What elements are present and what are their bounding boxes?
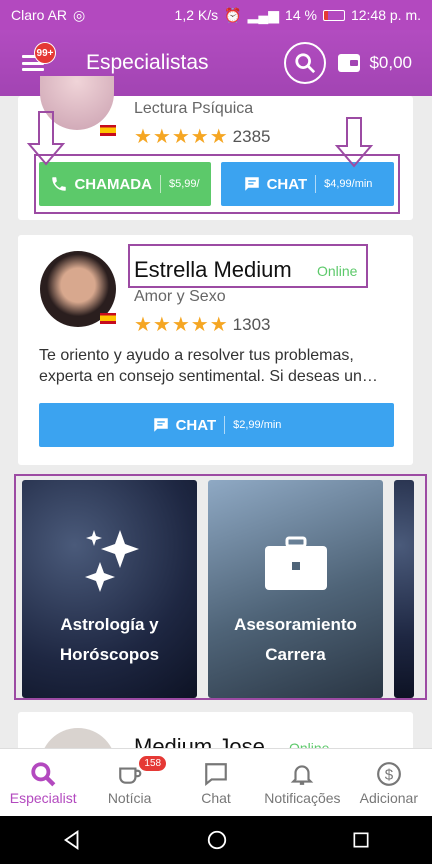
arrow-down-icon bbox=[26, 111, 66, 166]
wallet-balance[interactable]: $0,00 bbox=[369, 53, 412, 73]
nav-label: Adicionar bbox=[359, 790, 419, 806]
name-highlight bbox=[128, 244, 368, 288]
star-rating-icon: ★★★★★ bbox=[134, 314, 229, 336]
carrier-text: Claro AR bbox=[11, 7, 68, 23]
chat-button[interactable]: CHAT $2,99/min bbox=[39, 403, 394, 447]
nav-label: Chat bbox=[201, 790, 231, 806]
rating-count: 1303 bbox=[232, 314, 271, 334]
chat-price: $2,99/min bbox=[233, 419, 282, 431]
whatsapp-icon: ◎ bbox=[73, 6, 86, 23]
nav-label: Especialist bbox=[9, 790, 77, 806]
bottom-navigation: Especialist 158 Notícia Chat Notificaçõe… bbox=[0, 748, 432, 816]
battery-icon bbox=[322, 9, 345, 21]
specialist-description: Te oriento y ayudo a resolver tus proble… bbox=[39, 347, 378, 385]
recents-icon[interactable] bbox=[351, 830, 371, 850]
rating-count: 2385 bbox=[232, 126, 271, 146]
specialist-category: Lectura Psíquica bbox=[134, 100, 254, 117]
network-speed: 1,2 K/s bbox=[174, 7, 219, 23]
star-rating-icon: ★★★★★ bbox=[134, 126, 229, 148]
svg-text:$: $ bbox=[385, 766, 394, 783]
categories-highlight bbox=[14, 474, 427, 700]
wallet-icon[interactable] bbox=[338, 54, 361, 72]
notification-badge: 99+ bbox=[34, 42, 56, 64]
nav-chat[interactable]: Chat bbox=[173, 749, 259, 816]
page-title: Especialistas bbox=[86, 51, 209, 74]
nav-especialistas[interactable]: Especialist bbox=[0, 749, 86, 816]
signal-icon: ▂▄▆ bbox=[247, 6, 280, 23]
alarm-icon: ⏰ bbox=[224, 6, 242, 23]
news-badge: 158 bbox=[138, 755, 168, 772]
clock: 12:48 p. m. bbox=[350, 7, 421, 23]
bell-icon bbox=[291, 765, 314, 785]
nav-label: Notícia bbox=[107, 790, 152, 806]
back-icon[interactable] bbox=[61, 829, 83, 851]
spain-flag-icon bbox=[100, 313, 116, 324]
search-icon bbox=[31, 762, 56, 787]
spain-flag-icon bbox=[100, 125, 116, 136]
arrow-down-icon bbox=[334, 117, 374, 168]
status-bar: Claro AR ◎ 1,2 K/s ⏰ ▂▄▆ 14 % 12:48 p. m… bbox=[0, 0, 432, 30]
system-navigation-bar bbox=[0, 816, 432, 864]
search-button[interactable] bbox=[284, 42, 327, 84]
battery-percent: 14 % bbox=[285, 7, 317, 23]
search-icon bbox=[295, 53, 316, 74]
chat-label: CHAT bbox=[175, 416, 217, 434]
specialist-category: Amor y Sexo bbox=[134, 288, 226, 305]
nav-label: Notificações bbox=[264, 790, 341, 806]
nav-notificacoes[interactable]: Notificações bbox=[259, 749, 345, 816]
rating: ★★★★★ 2385 bbox=[134, 124, 270, 149]
nav-adicionar[interactable]: $ Adicionar bbox=[346, 749, 432, 816]
home-icon[interactable] bbox=[206, 829, 228, 851]
dollar-icon: $ bbox=[376, 762, 401, 786]
rating: ★★★★★ 1303 bbox=[134, 312, 270, 337]
chat-icon bbox=[153, 418, 168, 432]
chat-icon bbox=[205, 763, 227, 787]
nav-noticia[interactable]: 158 Notícia bbox=[86, 749, 172, 816]
